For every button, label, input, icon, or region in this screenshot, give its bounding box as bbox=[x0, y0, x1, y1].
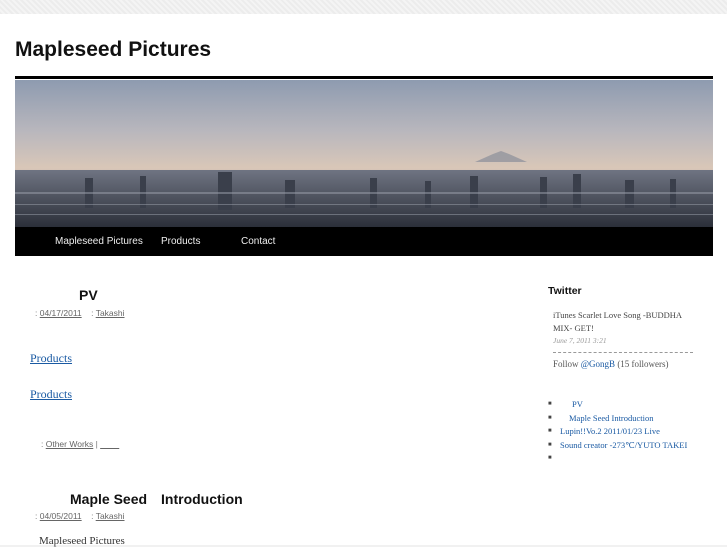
post-author[interactable]: Takashi bbox=[96, 511, 125, 521]
tweet-date: June 7, 2011 3:21 bbox=[553, 336, 607, 345]
post-meta: : 04/05/2011 : Takashi bbox=[35, 511, 125, 521]
recent-post-link[interactable]: PV bbox=[560, 399, 583, 409]
follow-line: Follow @GongB (15 followers) bbox=[553, 359, 669, 369]
list-item: Lupin!!Vo.2 2011/01/23 Live bbox=[548, 425, 708, 439]
list-item: Maple Seed Introduction bbox=[548, 412, 708, 426]
comments-link[interactable]: ____ bbox=[100, 439, 119, 449]
recent-post-link[interactable]: Lupin!!Vo.2 2011/01/23 Live bbox=[560, 426, 660, 436]
page: Mapleseed Pictures Mapleseed Pictures Pr… bbox=[0, 14, 727, 547]
twitter-widget-title: Twitter bbox=[548, 285, 582, 297]
post-meta: : 04/17/2011 : Takashi bbox=[35, 308, 125, 318]
twitter-handle-link[interactable]: @GongB bbox=[581, 359, 615, 369]
category-link[interactable]: Other Works bbox=[46, 439, 94, 449]
tweet-divider bbox=[553, 352, 693, 353]
recent-post-link[interactable]: Sound creator -273℃/YUTO TAKEI bbox=[560, 440, 687, 450]
post-title[interactable]: PV bbox=[79, 287, 98, 303]
site-title[interactable]: Mapleseed Pictures bbox=[15, 38, 211, 62]
main-nav: Mapleseed Pictures Products Contact bbox=[15, 227, 713, 256]
list-item: PV bbox=[548, 398, 708, 412]
recent-post-link[interactable]: Maple Seed Introduction bbox=[560, 413, 654, 423]
header-banner-image bbox=[15, 80, 713, 227]
nav-item-products[interactable]: Products bbox=[161, 236, 200, 247]
top-band bbox=[0, 0, 727, 14]
products-link[interactable]: Products bbox=[30, 351, 72, 366]
post-date[interactable]: 04/05/2011 bbox=[40, 511, 82, 521]
post-excerpt: Mapleseed Pictures bbox=[39, 535, 125, 547]
post-author[interactable]: Takashi bbox=[96, 308, 125, 318]
post-title[interactable]: Maple Seed Introduction bbox=[70, 489, 243, 509]
products-link[interactable]: Products bbox=[30, 387, 72, 402]
list-item: Sound creator -273℃/YUTO TAKEI bbox=[548, 439, 708, 453]
post-date[interactable]: 04/17/2011 bbox=[40, 308, 82, 318]
tweet-text: iTunes Scarlet Love Song -BUDDHA MIX- GE… bbox=[553, 310, 682, 333]
nav-item-contact[interactable]: Contact bbox=[241, 236, 275, 247]
post-footer-meta: : Other Works | ____ bbox=[41, 439, 120, 449]
recent-posts-list: PV Maple Seed Introduction Lupin!!Vo.2 2… bbox=[548, 398, 708, 466]
header-rule bbox=[15, 76, 713, 79]
nav-item-mapleseed-pictures[interactable]: Mapleseed Pictures bbox=[55, 236, 143, 247]
